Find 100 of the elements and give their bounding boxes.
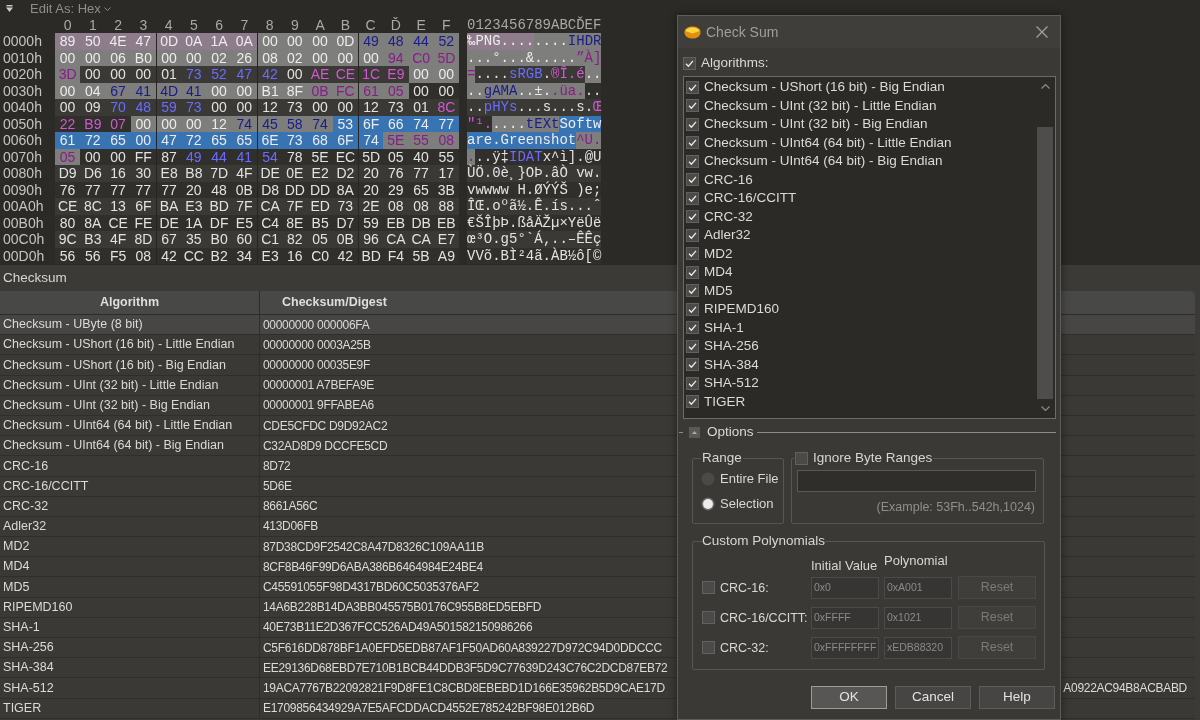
hex-byte: 52 [206,66,232,83]
table-cell-text: C45591055F98D4317BD60C5035376AF2 [262,579,480,597]
hex-byte: 2E [358,198,384,215]
checkbox[interactable] [795,451,808,465]
hex-byte: 08 [383,198,409,215]
ascii-text: ÎŒ.oºã½.Ê.ís...ˆ [467,198,602,215]
list-item-label[interactable]: Checksum - UInt (32 bit) - Little Endian [704,97,937,114]
list-item-label[interactable]: SHA-512 [704,375,759,392]
checkbox[interactable] [686,80,699,94]
scroll-down-icon[interactable] [1040,406,1050,411]
hex-byte: 0E [282,165,308,182]
hex-byte: 0D [332,33,358,50]
hex-byte: 5E [383,132,409,149]
triangle-up-icon[interactable] [689,426,700,438]
list-item-label[interactable]: Adler32 [704,227,751,244]
hex-byte: 73 [282,132,308,149]
list-item-label[interactable]: TIGER [704,393,746,410]
list-item-label[interactable]: RIPEMD160 [704,301,780,318]
hex-byte: CE [332,66,358,83]
list-item-label[interactable]: CRC-32 [704,208,753,225]
row-offset: 0070h [2,148,43,165]
column-header[interactable]: Checksum/Digest [260,291,676,314]
panel-title: Checksum [3,269,67,287]
checkbox-label[interactable]: Algorithms: [701,55,769,71]
edit-as-dropdown[interactable]: Edit As: Hex [30,0,111,17]
list-item-label[interactable]: SHA-384 [704,356,759,373]
checkbox[interactable] [686,99,699,113]
close-icon[interactable] [1036,26,1048,38]
table-cell: CRC-16/CCITT [0,476,260,496]
column-label: 9 [289,17,300,33]
row-offset: 0080h [2,165,43,182]
checkbox[interactable] [686,210,699,224]
table-cell: Checksum - UShort (16 bit) - Little Endian [0,335,260,355]
radio-button[interactable] [701,497,715,511]
hex-byte: 89 [55,33,81,50]
table-cell-text: 5D6E [262,478,293,496]
down-triangle-icon[interactable] [6,5,13,12]
hex-byte: 72 [181,132,207,149]
table-cell: Checksum - UInt (32 bit) - Big Endian [0,395,260,415]
list-item-label[interactable]: SHA-256 [704,338,759,355]
hex-byte: 44 [408,33,434,50]
dialog-button[interactable]: OK [811,686,887,709]
radio-label[interactable]: Selection [720,496,774,512]
table-cell-text: EE29136D68EBD7E710B1BCB44DDB3F5D9C77639D243C76C2DCD87EB72 [262,659,669,677]
checkbox[interactable] [686,154,699,168]
table-cell-text: C5F616DD878BF1A0EFD5EDB87AF1F50AD60A839227D972C94D0DDCCC [262,639,663,657]
table-cell: MD5 [0,577,260,597]
checkbox[interactable] [683,56,696,70]
checkbox[interactable] [686,191,699,205]
hex-byte: 0A [181,33,207,50]
table-cell: SHA-256 [0,638,260,658]
checkbox[interactable] [686,376,699,390]
table-cell: MD2 [0,537,260,557]
list-item-label[interactable]: Checksum - UInt64 (64 bit) - Big Endian [704,153,943,170]
list-item-label[interactable]: CRC-16 [704,171,753,188]
checkbox[interactable] [686,136,699,150]
hex-byte: CA [257,198,283,215]
list-item-label[interactable]: MD4 [704,264,733,281]
list-item-label[interactable]: MD2 [704,245,733,262]
hex-byte: 74 [358,132,384,149]
dialog-button[interactable]: Cancel [895,686,971,709]
checkbox[interactable] [686,302,699,316]
list-item-label[interactable]: CRC-16/CCITT [704,190,797,207]
hex-byte: 8C [80,198,106,215]
column-label: F [441,17,452,33]
checkbox[interactable] [686,247,699,261]
list-item-label[interactable]: SHA-1 [704,319,744,336]
table-cell-text: 00000000 00035E9F [262,356,371,374]
hex-byte: 05 [307,231,333,248]
checkbox[interactable] [686,265,699,279]
list-item-label[interactable]: MD5 [704,282,733,299]
hex-byte: CE [55,198,81,215]
checkbox[interactable] [686,117,699,131]
checkbox[interactable] [686,358,699,372]
row-offset: 00B0h [2,214,45,231]
checkbox[interactable] [686,228,699,242]
hex-byte: 48 [130,99,156,116]
hex-byte: 08 [408,198,434,215]
checkbox[interactable] [686,321,699,335]
checkbox[interactable] [686,395,699,409]
list-item-label[interactable]: Checksum - UShort (16 bit) - Big Endian [704,79,945,96]
hex-byte: D2 [332,165,358,182]
checkbox[interactable] [686,339,699,353]
table-cell: Checksum - UInt (32 bit) - Little Endian [0,375,260,395]
column-label: 0 [62,17,73,33]
scrollbar-thumb[interactable] [1037,127,1053,399]
column-header[interactable]: Algorithm [0,291,260,314]
table-cell: MD4 [0,557,260,577]
row-offset: 0010h [2,49,43,66]
ascii-header: 0123456789ABCĎEF [467,17,602,33]
checkbox[interactable] [686,173,699,187]
list-item-label[interactable]: Checksum - UInt64 (64 bit) - Little Endian [704,134,952,151]
hex-byte: 4E [105,33,131,50]
scroll-up-icon[interactable] [1040,84,1050,89]
hex-byte: D9 [55,165,81,182]
checkbox[interactable] [686,284,699,298]
dialog-button[interactable]: Help [979,686,1055,709]
list-item-label[interactable]: Checksum - UInt (32 bit) - Big Endian [704,116,928,133]
input-field[interactable] [797,470,1036,492]
hex-byte: 00 [307,33,333,50]
